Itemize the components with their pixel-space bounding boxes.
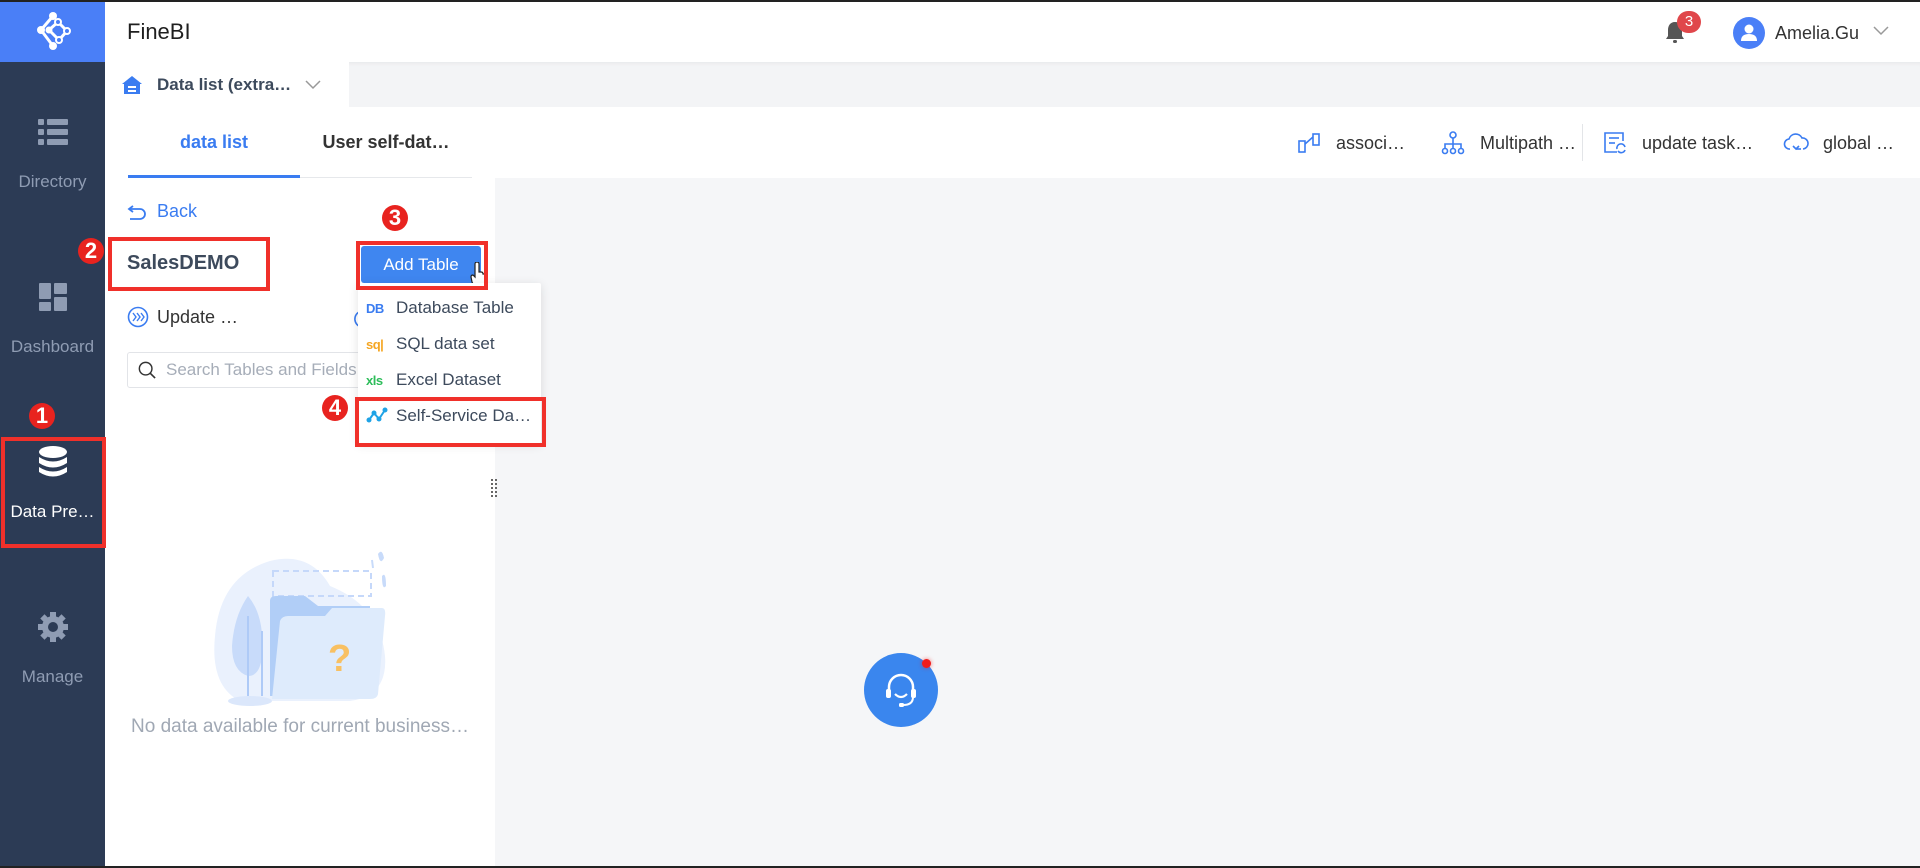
data-list-panel: Back SalesDEMO Add Table Update … ? bbox=[105, 178, 495, 866]
menu-item-self-service-dataset[interactable]: Self-Service Da… bbox=[358, 398, 541, 434]
menu-item-label: Self-Service Da… bbox=[396, 406, 532, 425]
association-label: associ… bbox=[1336, 132, 1406, 153]
back-arrow-icon bbox=[127, 204, 146, 220]
tab-data-list[interactable]: data list bbox=[128, 107, 300, 178]
breadcrumb-label: Data list (extra… bbox=[157, 74, 292, 94]
add-table-button[interactable]: Add Table bbox=[361, 246, 481, 283]
menu-item-label: Database Table bbox=[396, 298, 514, 317]
menu-item-sql-data-set[interactable]: sq| SQL data set bbox=[358, 326, 541, 362]
hierarchy-icon bbox=[1440, 130, 1466, 156]
back-button[interactable]: Back bbox=[127, 201, 197, 222]
sidebar-item-label: Dashboard bbox=[10, 337, 95, 356]
multipath-button[interactable]: Multipath … bbox=[1440, 130, 1576, 156]
support-unread-dot bbox=[922, 659, 931, 668]
self-service-dataset-icon bbox=[366, 406, 390, 427]
menu-item-label: Excel Dataset bbox=[396, 370, 501, 389]
database-table-icon: DB bbox=[366, 300, 384, 316]
toolbar-row: data list User self-dat… associ… Multipa… bbox=[105, 107, 1920, 178]
multipath-label: Multipath … bbox=[1480, 132, 1577, 153]
sidebar-item-label: Directory bbox=[18, 172, 87, 191]
annotation-number-4: 4 bbox=[322, 395, 348, 421]
top-header: FineBI 3 Amelia.Gu bbox=[105, 2, 1920, 62]
update-task-label: update task… bbox=[1642, 132, 1754, 153]
back-label: Back bbox=[157, 201, 198, 221]
sidebar-item-directory[interactable]: Directory bbox=[0, 98, 105, 208]
chevron-down-icon[interactable] bbox=[1873, 26, 1889, 36]
annotation-number-2: 2 bbox=[78, 238, 104, 264]
chevron-down-icon[interactable] bbox=[305, 79, 321, 90]
menu-item-excel-dataset[interactable]: xls Excel Dataset bbox=[358, 362, 541, 398]
package-title: SalesDEMO bbox=[127, 252, 240, 274]
finebi-logo[interactable] bbox=[0, 2, 105, 62]
global-label: global … bbox=[1823, 132, 1895, 153]
sidebar-item-label: Data Pre… bbox=[10, 502, 95, 521]
association-button[interactable]: associ… bbox=[1296, 130, 1405, 156]
search-icon bbox=[138, 361, 156, 379]
logo-icon bbox=[36, 12, 71, 50]
sidebar-item-data-preparation[interactable]: Data Pre… bbox=[0, 428, 105, 538]
update-task-button[interactable]: update task… bbox=[1602, 130, 1753, 156]
user-icon bbox=[1741, 24, 1757, 41]
update-label: Update … bbox=[157, 306, 239, 327]
database-icon bbox=[37, 446, 69, 478]
home-icon bbox=[122, 75, 142, 94]
sql-icon: sq| bbox=[366, 336, 384, 352]
app-title: FineBI bbox=[127, 19, 191, 44]
search-input[interactable] bbox=[166, 360, 386, 380]
list-icon bbox=[37, 116, 69, 148]
search-box[interactable] bbox=[127, 352, 387, 388]
sidebar-item-dashboard[interactable]: Dashboard bbox=[0, 263, 105, 373]
gear-icon bbox=[37, 611, 69, 643]
sidebar-item-label: Manage bbox=[21, 667, 84, 686]
empty-folder-illustration: ? bbox=[214, 551, 386, 706]
dashboard-grid-icon bbox=[37, 281, 69, 313]
sidebar-item-manage[interactable]: Manage bbox=[0, 593, 105, 703]
notification-count-badge: 3 bbox=[1677, 11, 1701, 33]
fast-forward-circle-icon bbox=[127, 306, 149, 328]
update-task-icon bbox=[1602, 130, 1628, 156]
headset-icon bbox=[886, 673, 916, 707]
add-table-menu: DB Database Table sq| SQL data set xls E… bbox=[358, 283, 541, 443]
avatar[interactable] bbox=[1733, 17, 1765, 49]
breadcrumb-bar: Data list (extra… bbox=[105, 62, 1920, 107]
cloud-refresh-icon bbox=[1783, 130, 1809, 156]
empty-state-text: No data available for current business… bbox=[131, 716, 469, 737]
update-button[interactable]: Update … bbox=[127, 306, 238, 328]
sidebar: Directory Dashboard Data Pre… Manage bbox=[0, 0, 105, 868]
tab-user-self-dataset[interactable]: User self-dat… bbox=[300, 107, 472, 178]
excel-icon: xls bbox=[366, 372, 383, 388]
association-icon bbox=[1296, 130, 1322, 156]
menu-item-label: SQL data set bbox=[396, 334, 495, 353]
annotation-number-3: 3 bbox=[382, 205, 408, 231]
svg-text:?: ? bbox=[328, 638, 351, 680]
menu-item-database-table[interactable]: DB Database Table bbox=[358, 290, 541, 326]
user-name[interactable]: Amelia.Gu bbox=[1775, 23, 1859, 44]
global-button[interactable]: global … bbox=[1783, 130, 1894, 156]
breadcrumb[interactable]: Data list (extra… bbox=[105, 62, 349, 107]
toolbar-divider bbox=[1582, 124, 1583, 161]
annotation-number-1: 1 bbox=[29, 403, 55, 429]
panel-resize-handle[interactable] bbox=[490, 478, 498, 498]
window-top-border bbox=[0, 0, 1920, 2]
